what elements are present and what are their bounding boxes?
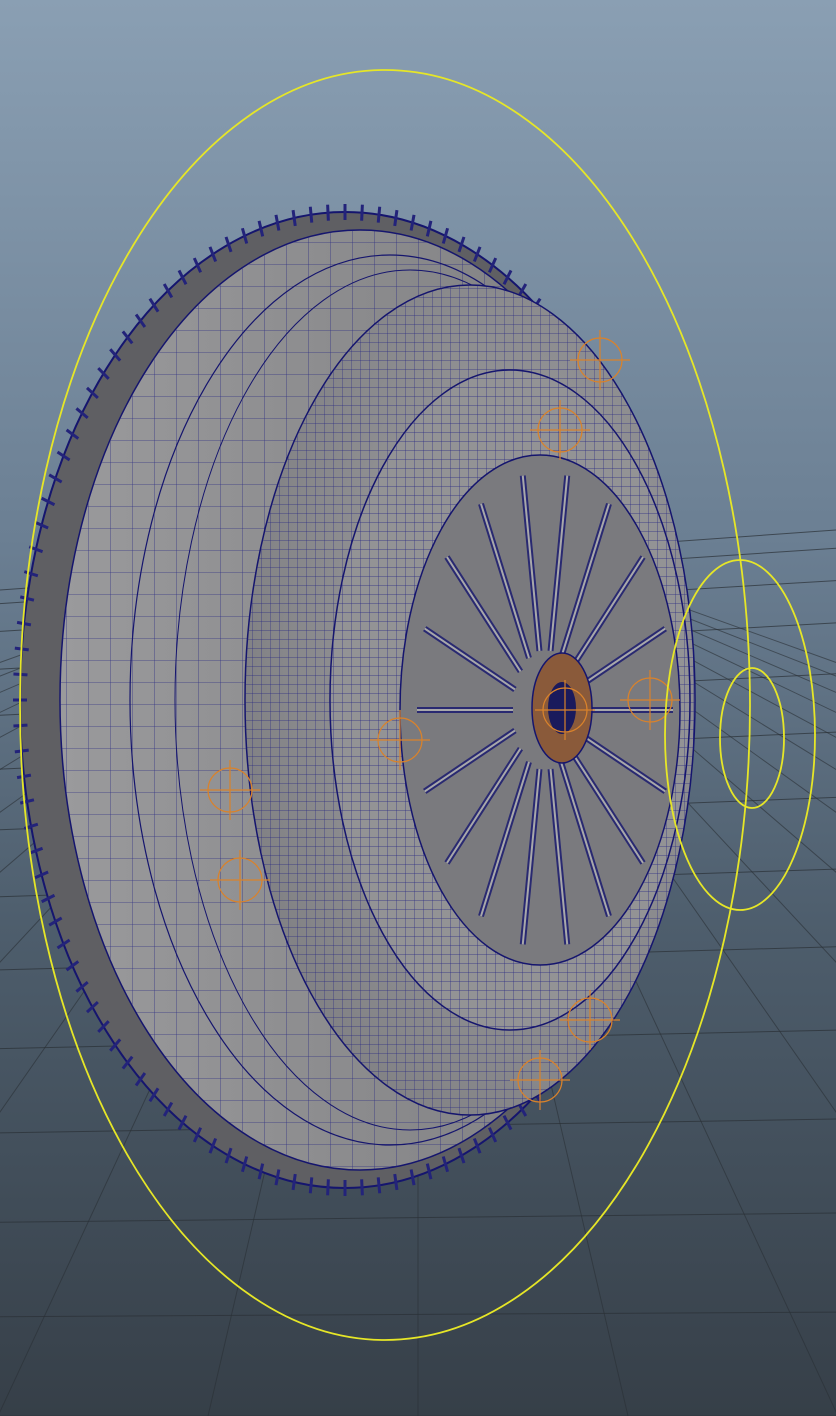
gear-tooth xyxy=(308,206,314,223)
gear-tooth xyxy=(326,204,330,221)
scene-canvas[interactable] xyxy=(0,0,836,1416)
shaft-inner-control-circle[interactable] xyxy=(719,667,785,809)
gear-tooth xyxy=(308,1177,314,1194)
gear-tooth xyxy=(360,204,364,221)
gear-tooth xyxy=(376,1177,382,1194)
gear-tooth xyxy=(326,1179,330,1196)
gear-tooth xyxy=(376,206,382,223)
maya-3d-viewport[interactable] xyxy=(0,0,836,1416)
gear-tooth xyxy=(360,1179,364,1196)
